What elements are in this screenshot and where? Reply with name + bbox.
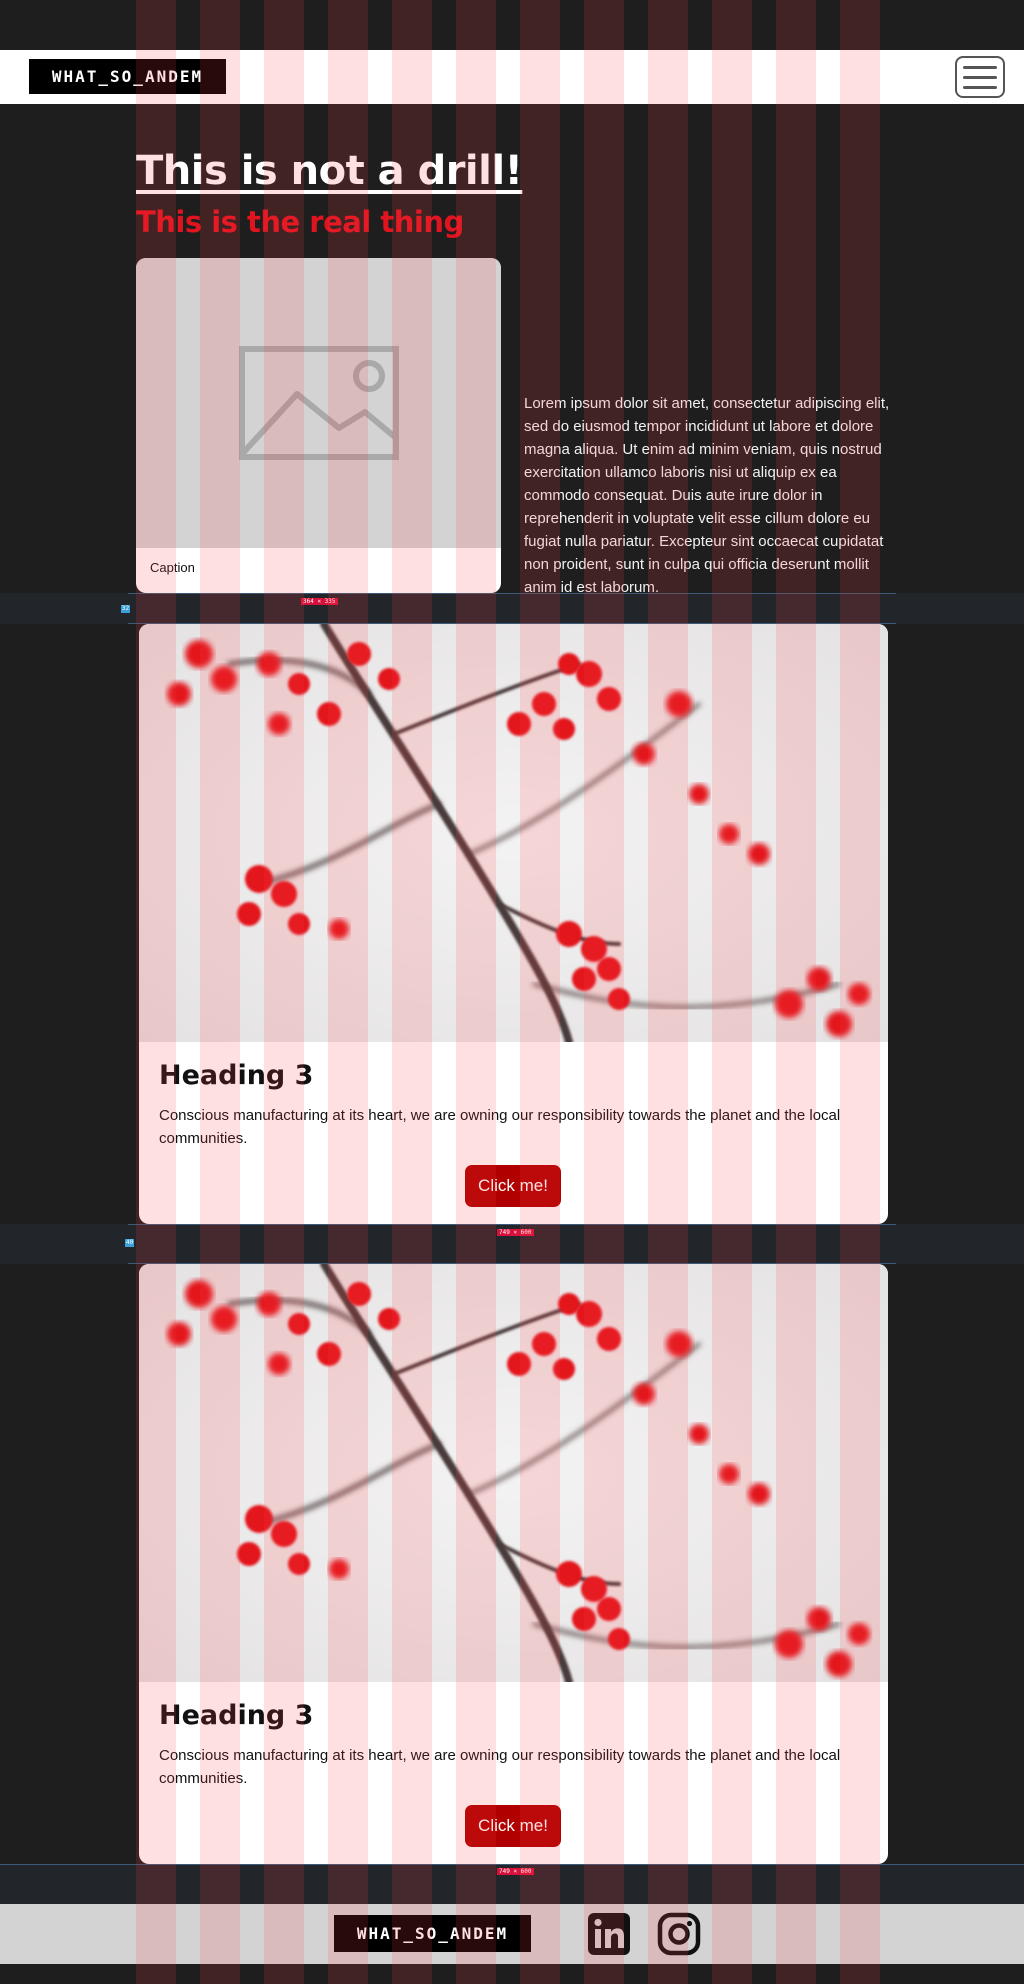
figure-card: Caption — [136, 258, 501, 593]
site-logo[interactable]: WHAT_SO_ANDEM — [29, 59, 226, 94]
spacing-guide — [128, 1224, 896, 1225]
spacing-guide — [0, 1864, 1024, 1865]
hero-paragraph: Lorem ipsum dolor sit amet, consectetur … — [524, 395, 890, 596]
card-heading: Heading 3 — [159, 1700, 314, 1731]
figure-caption: Caption — [150, 560, 195, 575]
content-card: Heading 3 Conscious manufacturing at its… — [139, 1264, 888, 1864]
page-title: This is not a drill! — [136, 148, 523, 194]
content-card: Heading 3 Conscious manufacturing at its… — [139, 624, 888, 1224]
card-text: Conscious manufacturing at its heart, we… — [159, 1107, 841, 1147]
click-me-button[interactable]: Click me! — [465, 1165, 561, 1207]
click-me-button[interactable]: Click me! — [465, 1805, 561, 1847]
site-header: WHAT_SO_ANDEM — [0, 50, 1024, 104]
hamburger-icon — [963, 65, 997, 69]
card-image — [139, 624, 888, 1042]
hamburger-icon — [963, 75, 997, 79]
gap-label: 40 — [125, 1239, 134, 1247]
berries-image — [139, 624, 888, 1042]
hamburger-icon — [963, 85, 997, 89]
instagram-icon[interactable] — [656, 1911, 702, 1957]
image-placeholder — [136, 258, 501, 548]
spacing-guide — [128, 593, 896, 594]
image-placeholder-icon — [238, 346, 399, 460]
site-footer: WHAT_SO_ANDEM — [0, 1904, 1024, 1964]
card-image — [139, 1264, 888, 1682]
linkedin-icon[interactable] — [586, 1911, 632, 1957]
berries-image — [139, 1264, 888, 1682]
size-label: 749 × 600 — [497, 1868, 534, 1875]
size-label: 364 × 335 — [301, 598, 338, 605]
footer-logo[interactable]: WHAT_SO_ANDEM — [334, 1915, 531, 1952]
gap-label: 32 — [121, 605, 130, 613]
menu-button[interactable] — [955, 56, 1005, 98]
card-heading: Heading 3 — [159, 1060, 314, 1091]
page-subtitle: This is the real thing — [136, 205, 464, 239]
size-label: 749 × 600 — [497, 1229, 534, 1236]
card-text: Conscious manufacturing at its heart, we… — [159, 1747, 841, 1787]
spacing-band — [0, 593, 1024, 624]
